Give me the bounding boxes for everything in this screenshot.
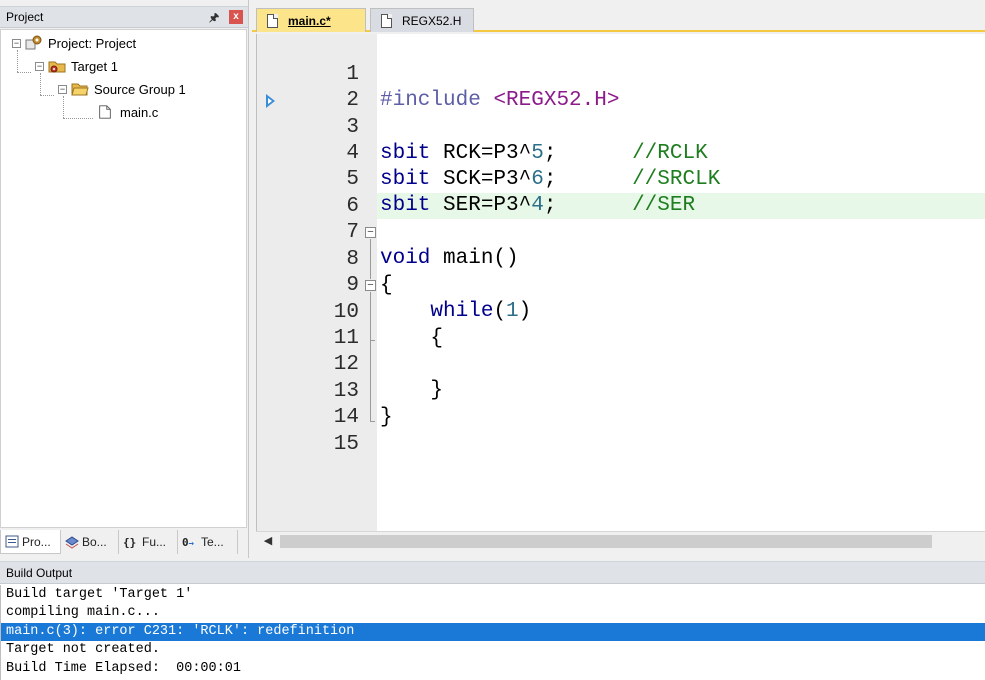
folder-open-icon <box>71 83 89 96</box>
code-line: 9 while(1) <box>257 247 985 323</box>
line-number: 15 <box>333 433 359 456</box>
tab-main-c[interactable]: main.c* <box>256 8 366 32</box>
project-icon <box>25 35 42 50</box>
c-file-icon <box>99 105 111 119</box>
panel-tabs: Pro... Bo... {} Fu... 0→ Te... <box>0 530 248 556</box>
collapse-icon[interactable]: − <box>12 38 21 48</box>
project-panel-header: Project 🖈 x <box>0 6 248 28</box>
pin-icon[interactable]: 🖈 <box>209 9 219 28</box>
build-log-line[interactable]: Build Time Elapsed: 00:00:01 <box>1 660 985 678</box>
tab-label: main.c* <box>288 13 331 28</box>
tree-connector <box>63 96 64 118</box>
build-log-line-selected[interactable]: main.c(3): error C231: 'RCLK': redefinit… <box>1 623 985 641</box>
editor-area: main.c* REGX52.H − − 1 #include <REGX52.… <box>252 0 985 558</box>
project-panel-title: Project <box>6 10 44 24</box>
tab-project[interactable]: Pro... <box>0 530 61 554</box>
project-panel: Project 🖈 x − Project: Project − Target … <box>0 0 249 558</box>
project-tab-icon <box>5 535 19 548</box>
tree-connector <box>40 95 54 96</box>
templates-tab-icon: 0→ <box>182 535 195 549</box>
code-line: 15 <box>257 406 985 456</box>
tree-item-project[interactable]: − Project: Project <box>12 33 136 53</box>
build-log-line[interactable]: Target not created. <box>1 641 985 659</box>
collapse-icon[interactable]: − <box>58 84 67 94</box>
tree-connector <box>17 50 18 72</box>
file-icon <box>381 13 392 28</box>
tab-label: Pro... <box>22 534 51 549</box>
code-line: 10 { <box>257 274 985 350</box>
target-folder-icon <box>48 61 66 73</box>
tab-functions[interactable]: {} Fu... <box>119 530 178 554</box>
code-line: 7 void main() <box>257 194 985 270</box>
build-log-line[interactable]: Build target 'Target 1' <box>1 586 985 604</box>
code-line: 3 sbit RCK=P3^5; //RCLK <box>257 89 985 165</box>
tree-item-label: main.c <box>120 104 159 120</box>
code-line: 6 <box>257 168 985 218</box>
tab-label: Bo... <box>82 535 107 549</box>
close-icon[interactable]: x <box>229 10 243 24</box>
build-output-title: Build Output <box>6 566 73 580</box>
tab-templates[interactable]: 0→ Te... <box>178 530 238 554</box>
tree-item-label: Target 1 <box>71 58 118 74</box>
tree-item-source-group[interactable]: − Source Group 1 <box>58 79 186 99</box>
tree-connector <box>63 118 93 119</box>
horizontal-scrollbar[interactable]: ◀ <box>256 531 985 551</box>
code-line: 14 <box>257 379 985 429</box>
build-log-line[interactable]: compiling main.c... <box>1 604 985 622</box>
tab-books[interactable]: Bo... <box>61 530 119 554</box>
code-line: 12 } <box>257 326 985 402</box>
code-line: 11 <box>257 300 985 350</box>
scroll-left-icon[interactable]: ◀ <box>262 534 274 548</box>
tab-regx52-h[interactable]: REGX52.H <box>370 8 474 32</box>
code-line-highlighted: 5 sbit SER=P3^4; //SER <box>257 141 985 219</box>
functions-tab-icon: {} <box>123 535 137 549</box>
code-line: 13 } <box>257 353 985 429</box>
code-line: 2 <box>257 62 985 112</box>
code-editor[interactable]: − − 1 #include <REGX52.H> 2 3 sbit RCK=P… <box>256 34 985 531</box>
editor-tab-strip: main.c* REGX52.H <box>252 6 985 32</box>
tree-item-target[interactable]: − Target 1 <box>35 56 118 76</box>
tab-label: Fu... <box>142 535 167 549</box>
tab-label: Te... <box>201 535 224 549</box>
scrollbar-thumb[interactable] <box>280 535 932 548</box>
code-line: 1 #include <REGX52.H> <box>257 36 985 112</box>
tree-item-label: Project: Project <box>48 35 137 51</box>
build-output-header: Build Output <box>0 561 985 584</box>
code-line: 8 { <box>257 221 985 297</box>
build-output-panel: Build Output Build target 'Target 1' com… <box>0 561 985 680</box>
tab-label: REGX52.H <box>402 13 462 28</box>
books-tab-icon <box>65 535 79 549</box>
tree-connector <box>40 73 41 95</box>
collapse-icon[interactable]: − <box>35 61 44 71</box>
file-icon <box>267 13 278 28</box>
tree-item-file[interactable]: main.c <box>97 102 158 122</box>
build-output-log[interactable]: Build target 'Target 1' compiling main.c… <box>0 585 985 680</box>
project-tree: − Project: Project − Target 1 − Source G… <box>0 29 247 528</box>
code-line: 4 sbit SCK=P3^6; //SRCLK <box>257 115 985 191</box>
tree-connector <box>17 72 31 73</box>
tree-item-label: Source Group 1 <box>94 81 186 97</box>
